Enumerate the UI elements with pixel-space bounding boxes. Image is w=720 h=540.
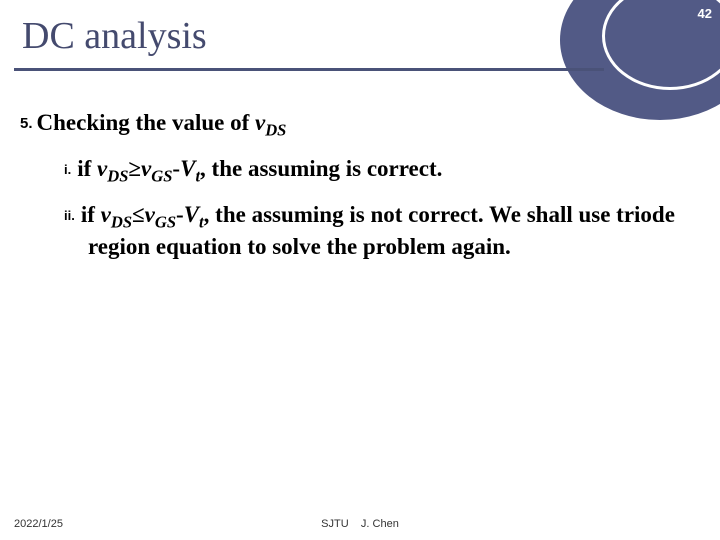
roman-2: ii.: [64, 208, 75, 223]
v2-1: v: [141, 156, 151, 181]
slide-header: 42 DC analysis: [0, 0, 720, 90]
sub-point-1: i.if vDS≥vGS-Vt, the assuming is correct…: [64, 155, 690, 187]
minus-2: -: [176, 202, 184, 227]
roman-1: i.: [64, 162, 71, 177]
footer-author: J. Chen: [361, 518, 399, 530]
s2-1: GS: [151, 166, 172, 185]
slide: 42 DC analysis 5.Checking the value of v…: [0, 0, 720, 540]
slide-title: DC analysis: [22, 14, 207, 58]
op-1: ≥: [128, 156, 141, 181]
pre-1: if: [77, 156, 97, 181]
sub-point-2: ii.if vDS≤vGS-Vt, the assuming is not co…: [64, 201, 690, 262]
content-area: 5.Checking the value of vDS i.if vDS≥vGS…: [20, 110, 690, 276]
v1-2: v: [101, 202, 111, 227]
main-text: Checking the value of: [37, 110, 256, 135]
footer-center: SJTU J. Chen: [0, 518, 720, 530]
main-number: 5.: [20, 115, 33, 132]
post-1: , the assuming is correct.: [200, 156, 442, 181]
main-point: 5.Checking the value of vDS: [20, 110, 690, 141]
v2-2: v: [145, 202, 155, 227]
op-2: ≤: [132, 202, 145, 227]
v1-1: v: [97, 156, 107, 181]
page-number: 42: [698, 6, 712, 21]
var-sub: DS: [265, 121, 286, 140]
v3-2: V: [184, 202, 199, 227]
footer-org: SJTU: [321, 518, 349, 530]
s2-2: GS: [155, 212, 176, 231]
s1-1: DS: [107, 166, 128, 185]
minus-1: -: [172, 156, 180, 181]
s1-2: DS: [111, 212, 132, 231]
pre-2: if: [81, 202, 101, 227]
v3-1: V: [180, 156, 195, 181]
title-underline: [14, 68, 604, 71]
var-v: v: [255, 110, 265, 135]
